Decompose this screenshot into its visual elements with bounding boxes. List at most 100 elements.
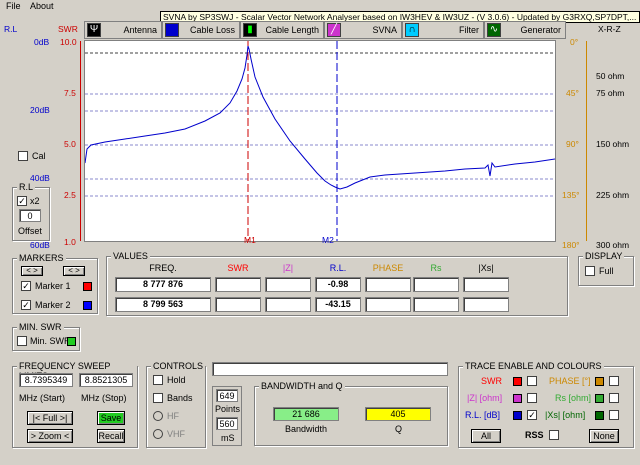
menu-about[interactable]: About: [30, 1, 54, 11]
marker-2-checkbox[interactable]: ✓: [21, 300, 31, 310]
trace-rs-checkbox[interactable]: [609, 393, 619, 403]
rss-checkbox[interactable]: [549, 430, 559, 440]
bands-row[interactable]: Bands: [153, 393, 193, 403]
tab-cable-length[interactable]: ▮ Cable Length: [240, 21, 324, 39]
hf-row[interactable]: HF: [153, 411, 179, 421]
trace-swr-checkbox[interactable]: [527, 376, 537, 386]
tab-cable-loss[interactable]: Cable Loss: [162, 21, 240, 39]
rl-axis-title: R.L: [4, 24, 18, 34]
min-swr-checkbox[interactable]: [17, 336, 27, 346]
marker-1-checkbox[interactable]: ✓: [21, 281, 31, 291]
trace-phase-checkbox[interactable]: [609, 376, 619, 386]
min-swr-indicator: [67, 337, 76, 346]
hf-label: HF: [167, 411, 179, 421]
values-header: FREQ.: [149, 263, 177, 273]
trace-rl-label: R.L. [dB]: [465, 410, 501, 420]
bands-label: Bands: [167, 393, 193, 403]
min-swr-label: Min. SWR: [30, 336, 71, 346]
values-cell: [463, 277, 509, 292]
marker-1-row[interactable]: ✓ Marker 1: [21, 281, 71, 291]
x2-checkbox[interactable]: ✓: [17, 196, 27, 206]
cal-checkbox-row[interactable]: Cal: [18, 151, 46, 161]
start-freq-input[interactable]: 8.7395349: [19, 373, 73, 387]
tab-svna[interactable]: ╱ SVNA: [324, 21, 402, 39]
x2-row[interactable]: ✓ x2: [17, 196, 40, 206]
marker-1-step-buttons[interactable]: < >: [21, 266, 43, 276]
marker-2-step-buttons[interactable]: < >: [63, 266, 85, 276]
values-cell: [215, 277, 261, 292]
generator-icon: ∿: [487, 23, 501, 37]
phase-tick: 90°: [566, 139, 579, 149]
stop-freq-input[interactable]: 8.8521305: [79, 373, 133, 387]
trace-phase-color[interactable]: [595, 377, 604, 386]
marker-1-color[interactable]: [83, 282, 92, 291]
ohm-tick: 300 ohm: [596, 240, 630, 250]
trace-rl-color[interactable]: [513, 411, 522, 420]
vhf-radio[interactable]: [153, 429, 163, 439]
cal-label: Cal: [32, 151, 46, 161]
recall-button[interactable]: Recall: [97, 429, 125, 443]
trace-z-color[interactable]: [513, 394, 522, 403]
full-checkbox[interactable]: [585, 266, 595, 276]
q-value: 405: [365, 407, 431, 421]
full-row[interactable]: Full: [585, 266, 614, 276]
trace-z-checkbox[interactable]: [527, 393, 537, 403]
menu-file[interactable]: File: [6, 1, 21, 11]
points-input[interactable]: 649: [216, 389, 238, 402]
rss-label: RSS: [525, 430, 544, 440]
bandwidth-title: BANDWIDTH and Q: [259, 381, 345, 391]
full-button[interactable]: |< Full >|: [27, 411, 73, 425]
start-label: MHz (Start): [19, 393, 65, 403]
trace-xs-color[interactable]: [595, 411, 604, 420]
trace-rs-color[interactable]: [595, 394, 604, 403]
hf-radio[interactable]: [153, 411, 163, 421]
trace-none-button[interactable]: None: [589, 429, 619, 443]
offset-label: Offset: [18, 226, 42, 236]
vhf-label: VHF: [167, 429, 185, 439]
tab-filter[interactable]: ∩ Filter: [402, 21, 484, 39]
marker-2-color[interactable]: [83, 301, 92, 310]
trace-plot[interactable]: [84, 40, 556, 242]
vhf-row[interactable]: VHF: [153, 429, 185, 439]
ohm-tick: 225 ohm: [596, 190, 630, 200]
svna-icon: ╱: [327, 23, 341, 37]
hold-row[interactable]: Hold: [153, 375, 186, 385]
antenna-icon: Ψ: [87, 23, 101, 37]
min-swr-title: MIN. SWR: [17, 322, 64, 332]
marker-1-label: M1: [244, 235, 256, 245]
tab-antenna[interactable]: Ψ Antenna: [84, 21, 162, 39]
swr-tick: 2.5: [64, 190, 76, 200]
swr-tick: 5.0: [64, 139, 76, 149]
xrz-axis-title: X-R-Z: [598, 24, 621, 34]
values-cell: -0.98: [315, 277, 361, 292]
swr-axis-line: [80, 41, 81, 241]
mode-tabs: Ψ Antenna Cable Loss ▮ Cable Length ╱ SVNA …: [84, 21, 584, 39]
values-header: R.L.: [329, 263, 347, 273]
rl-tick: 0dB: [34, 37, 50, 47]
tab-generator[interactable]: ∿ Generator: [484, 21, 566, 39]
controls-panel: CONTROLS Hold Bands HF VHF: [146, 361, 206, 448]
bands-checkbox[interactable]: [153, 393, 163, 403]
min-swr-row[interactable]: Min. SWR: [17, 336, 71, 346]
swr-tick: 1.0: [64, 237, 76, 247]
cable-loss-icon: [165, 23, 179, 37]
hold-checkbox[interactable]: [153, 375, 163, 385]
trace-xs-checkbox[interactable]: [609, 410, 619, 420]
save-button[interactable]: Save: [97, 411, 125, 425]
trace-z-label: |Z| [ohm]: [467, 393, 503, 403]
ms-input[interactable]: 560: [216, 417, 238, 430]
offset-input[interactable]: 0: [19, 209, 41, 222]
values-cell: [365, 277, 411, 292]
trace-rl-checkbox[interactable]: ✓: [527, 410, 537, 420]
trace-all-button[interactable]: All: [471, 429, 501, 443]
values-header: PHASE: [372, 263, 404, 273]
marker-2-row[interactable]: ✓ Marker 2: [21, 300, 71, 310]
marker-2-label: Marker 2: [35, 300, 71, 310]
values-cell: 8 777 876: [115, 277, 211, 292]
cal-checkbox[interactable]: [18, 151, 28, 161]
zoom-button[interactable]: > Zoom <: [27, 429, 73, 443]
stop-label: MHz (Stop): [81, 393, 127, 403]
ohm-tick: 50 ohm: [596, 71, 625, 81]
trace-swr-color[interactable]: [513, 377, 522, 386]
trace-rs-label: Rs [ohm]: [555, 393, 592, 403]
